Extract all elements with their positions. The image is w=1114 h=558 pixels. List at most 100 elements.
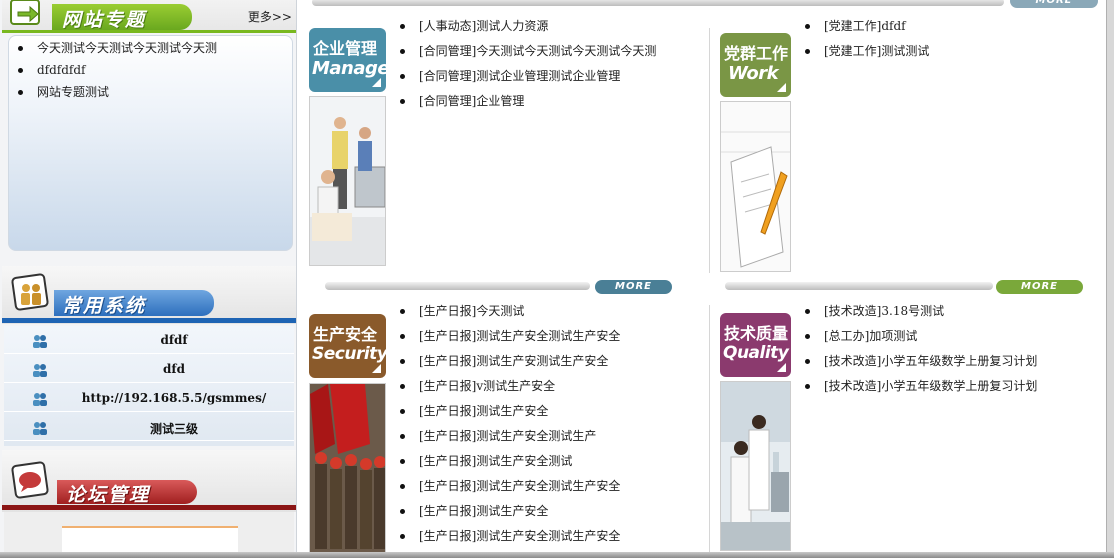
clipboard-people-icon xyxy=(11,273,49,311)
system-link[interactable]: dfd xyxy=(54,362,294,376)
forum-title: 论坛管理 xyxy=(66,484,151,506)
topic-link[interactable]: 网站专题测试 xyxy=(37,85,109,99)
list-item[interactable]: [合同管理]今天测试今天测试今天测试今天测 xyxy=(397,42,697,67)
safety-list: [生产日报]今天测试 [生产日报]测试生产安全测试生产安全 [生产日报]测试生产… xyxy=(397,302,697,552)
people-icon xyxy=(33,335,47,348)
safety-badge[interactable]: 生产安全 Security xyxy=(309,314,386,378)
enterprise-list: [人事动态]测试人力资源 [合同管理]今天测试今天测试今天测试今天测 [合同管理… xyxy=(397,17,697,117)
news-link[interactable]: [总工办]加项测试 xyxy=(824,329,917,343)
left-sidebar: 网站专题 更多>> 今天测试今天测试今天测试今天测 dfdfdfdf 网站专题测… xyxy=(0,0,297,558)
news-link[interactable]: [合同管理]今天测试今天测试今天测试今天测 xyxy=(419,44,656,58)
corner-arrow-icon xyxy=(372,364,381,373)
list-item[interactable]: [生产日报]测试生产安测试生产安全 xyxy=(397,352,697,377)
enterprise-badge-title: 企业管理 xyxy=(313,39,378,58)
corner-arrow-icon xyxy=(372,78,381,87)
clipboard-chat-icon xyxy=(11,461,49,499)
list-item[interactable]: [生产日报]今天测试 xyxy=(397,302,697,327)
list-item[interactable]: [技术改造]3.18号测试 xyxy=(802,302,1102,327)
system-row[interactable]: dfd xyxy=(4,355,294,383)
workers-flag-image xyxy=(310,384,385,552)
system-row[interactable]: http://192.168.5.5/gsmmes/ xyxy=(4,384,294,412)
forum-header: 论坛管理 xyxy=(2,450,296,512)
news-link[interactable]: [合同管理]测试企业管理测试企业管理 xyxy=(419,69,620,83)
news-link[interactable]: [生产日报]测试生产安全测试 xyxy=(419,454,572,468)
topics-panel: 网站专题 更多>> 今天测试今天测试今天测试今天测 dfdfdfdf 网站专题测… xyxy=(2,0,296,262)
list-item[interactable]: [生产日报]测试生产安全测试生产 xyxy=(397,427,697,452)
topic-link[interactable]: dfdfdfdf xyxy=(37,63,86,77)
news-link[interactable]: [技术改造]小学五年级数学上册复习计划 xyxy=(824,379,1037,393)
enterprise-badge-subtitle: Manage xyxy=(312,58,386,79)
topics-title: 网站专题 xyxy=(62,9,147,31)
quality-list: [技术改造]3.18号测试 [总工办]加项测试 [技术改造]小学五年级数学上册复… xyxy=(802,302,1102,402)
system-row[interactable]: 测试三级 xyxy=(4,413,294,441)
office-people-image xyxy=(310,97,385,265)
party-badge-title: 党群工作 xyxy=(724,44,789,63)
party-badge[interactable]: 党群工作 Work xyxy=(720,33,791,97)
news-link[interactable]: [生产日报]测试生产安全测试生产安全 xyxy=(419,479,620,493)
list-item[interactable]: [合同管理]企业管理 xyxy=(397,92,697,117)
forum-panel: 论坛管理 xyxy=(2,450,296,558)
news-link[interactable]: [技术改造]3.18号测试 xyxy=(824,304,944,318)
list-item[interactable]: 今天测试今天测试今天测试今天测 xyxy=(15,39,217,61)
list-item[interactable]: [生产日报]测试生产安全测试 xyxy=(397,452,697,477)
quality-badge-title: 技术质量 xyxy=(724,324,789,343)
news-link[interactable]: [党建工作]测试测试 xyxy=(824,44,929,58)
list-item[interactable]: [技术改造]小学五年级数学上册复习计划 xyxy=(802,377,1102,402)
column-divider xyxy=(709,28,710,273)
list-item[interactable]: [合同管理]测试企业管理测试企业管理 xyxy=(397,67,697,92)
news-link[interactable]: [技术改造]小学五年级数学上册复习计划 xyxy=(824,354,1037,368)
news-link[interactable]: [合同管理]企业管理 xyxy=(419,94,524,108)
news-link[interactable]: [生产日报]测试生产安全 xyxy=(419,504,548,518)
news-link[interactable]: [生产日报]测试生产安全测试生产安全 xyxy=(419,329,620,343)
quality-badge-subtitle: Quality xyxy=(723,343,789,363)
system-row[interactable]: dfdf xyxy=(4,326,294,354)
top-more-button[interactable]: MORE xyxy=(1010,0,1098,8)
safety-photo xyxy=(309,383,386,553)
topics-more-link[interactable]: 更多>> xyxy=(248,8,292,25)
topic-link[interactable]: 今天测试今天测试今天测试今天测 xyxy=(37,41,217,55)
system-link[interactable]: http://192.168.5.5/gsmmes/ xyxy=(54,391,294,405)
list-item[interactable]: [生产日报]测试生产安全测试生产安全 xyxy=(397,527,697,552)
system-link[interactable]: dfdf xyxy=(54,333,294,347)
lab-technicians-image xyxy=(721,382,790,550)
systems-title: 常用系统 xyxy=(62,295,147,317)
list-item[interactable]: [总工办]加项测试 xyxy=(802,327,1102,352)
quality-divider-bar xyxy=(725,282,993,290)
people-icon xyxy=(33,422,47,435)
safety-more-button[interactable]: MORE xyxy=(595,280,672,294)
news-link[interactable]: [党建工作]dfdf xyxy=(824,19,906,33)
list-item[interactable]: [生产日报]测试生产安全 xyxy=(397,502,697,527)
systems-header: 常用系统 xyxy=(2,266,296,324)
list-item[interactable]: [生产日报]v测试生产安全 xyxy=(397,377,697,402)
news-link[interactable]: [生产日报]今天测试 xyxy=(419,304,524,318)
list-item[interactable]: dfdfdfdf xyxy=(15,61,217,83)
party-list: [党建工作]dfdf [党建工作]测试测试 xyxy=(802,17,1102,67)
quality-more-button[interactable]: MORE xyxy=(996,280,1083,294)
systems-panel: 常用系统 dfdf dfd http://192.168.5.5/gsmmes/ xyxy=(2,266,296,446)
system-link[interactable]: 测试三级 xyxy=(54,420,294,437)
quality-badge[interactable]: 技术质量 Quality xyxy=(720,313,791,377)
list-item[interactable]: [生产日报]测试生产安全测试生产安全 xyxy=(397,477,697,502)
news-link[interactable]: [生产日报]测试生产安全测试生产安全 xyxy=(419,529,620,543)
safety-badge-title: 生产安全 xyxy=(313,325,378,344)
enterprise-badge[interactable]: 企业管理 Manage xyxy=(309,28,386,92)
list-item[interactable]: [党建工作]测试测试 xyxy=(802,42,1102,67)
systems-body: dfdf dfd http://192.168.5.5/gsmmes/ 测试三级 xyxy=(4,326,294,446)
list-item[interactable]: [党建工作]dfdf xyxy=(802,17,1102,42)
news-link[interactable]: [生产日报]测试生产安全 xyxy=(419,404,548,418)
list-item[interactable]: [人事动态]测试人力资源 xyxy=(397,17,697,42)
list-item[interactable]: [生产日报]测试生产安全 xyxy=(397,402,697,427)
clipboard-arrow-icon xyxy=(10,0,40,25)
list-item[interactable]: [技术改造]小学五年级数学上册复习计划 xyxy=(802,352,1102,377)
safety-badge-subtitle: Security xyxy=(312,344,386,364)
list-item[interactable]: 网站专题测试 xyxy=(15,83,217,105)
news-link[interactable]: [生产日报]v测试生产安全 xyxy=(419,379,555,393)
people-icon xyxy=(33,364,47,377)
safety-divider-bar xyxy=(325,282,590,290)
people-icon xyxy=(33,393,47,406)
news-link[interactable]: [人事动态]测试人力资源 xyxy=(419,19,548,33)
news-link[interactable]: [生产日报]测试生产安测试生产安全 xyxy=(419,354,608,368)
news-link[interactable]: [生产日报]测试生产安全测试生产 xyxy=(419,429,596,443)
list-item[interactable]: [生产日报]测试生产安全测试生产安全 xyxy=(397,327,697,352)
document-pen-image xyxy=(721,102,790,271)
